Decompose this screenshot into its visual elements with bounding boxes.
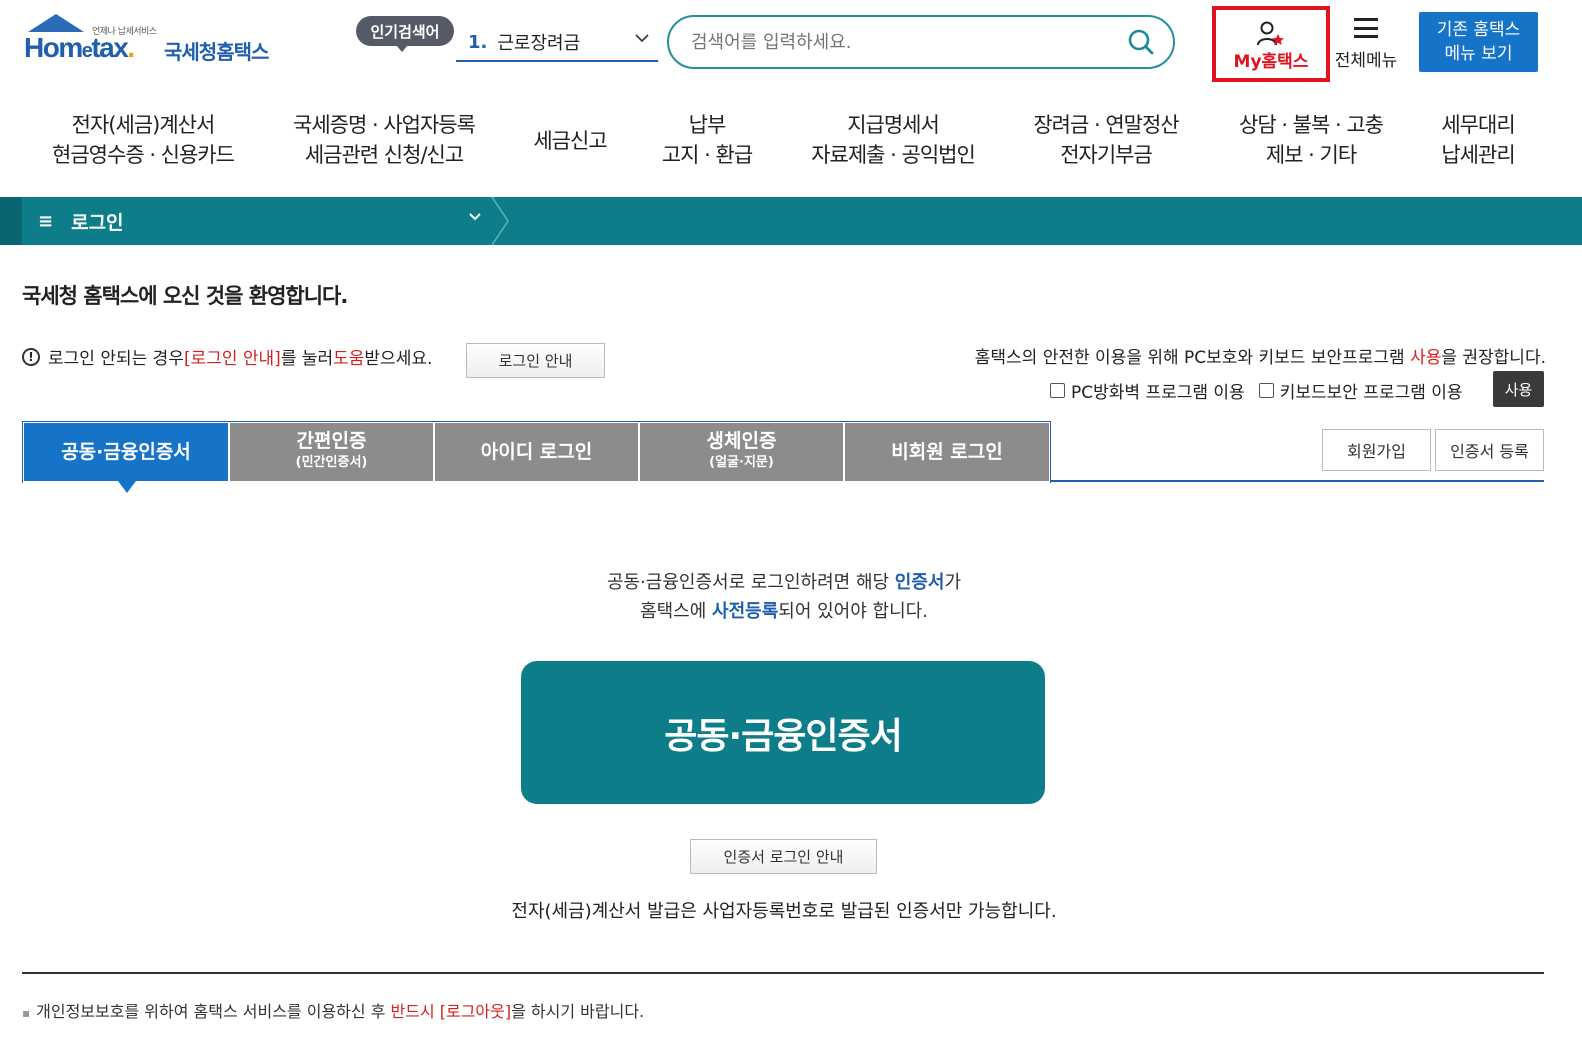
old-menu-button[interactable]: 기존 홈택스 메뉴 보기 xyxy=(1419,12,1538,72)
cert-login-guide-button[interactable]: 인증서 로그인 안내 xyxy=(690,839,877,874)
cert-register-button[interactable]: 인증서 등록 xyxy=(1435,429,1544,471)
chevron-down-icon xyxy=(634,30,650,51)
old-menu-line2: 메뉴 보기 xyxy=(1444,44,1513,64)
divider xyxy=(22,972,1544,974)
all-menu-button[interactable]: 전체메뉴 xyxy=(1330,14,1402,74)
tab-id-login[interactable]: 아이디 로그인 xyxy=(435,423,638,481)
logo-brand: Hometax. xyxy=(24,32,135,63)
chevron-down-icon xyxy=(468,209,482,228)
firewall-checkbox[interactable] xyxy=(1050,383,1065,398)
nav-item-tax-invoice[interactable]: 전자(세금)계산서 현금영수증 · 신용카드 xyxy=(48,110,238,170)
breadcrumb-label: 로그인 xyxy=(71,211,124,234)
login-guide-button[interactable]: 로그인 안내 xyxy=(466,343,605,378)
menu-icon: ≡ xyxy=(38,210,54,232)
tab-non-member[interactable]: 비회원 로그인 xyxy=(845,423,1049,481)
logo-name: 국세청홈택스 xyxy=(164,40,269,64)
my-hometax-button[interactable]: My홈택스 xyxy=(1212,6,1330,82)
popular-search-badge: 인기검색어 xyxy=(356,16,454,52)
header: 언제나 납세서비스 Hometax. 국세청홈택스 인기검색어 1. 근로장려금… xyxy=(0,0,1582,96)
popular-rank: 1. xyxy=(468,31,488,53)
nav-item-certificate[interactable]: 국세증명 · 사업자등록 세금관련 신청/신고 xyxy=(288,110,480,170)
keyboard-security-label: 키보드보안 프로그램 이용 xyxy=(1279,383,1463,403)
tab-joint-certificate[interactable]: 공동·금융인증서 xyxy=(24,423,228,481)
popular-keyword: 근로장려금 xyxy=(497,33,581,54)
hamburger-icon xyxy=(1354,18,1378,38)
old-menu-line1: 기존 홈택스 xyxy=(1436,20,1521,40)
user-star-icon xyxy=(1256,20,1286,48)
nav-item-tax-filing[interactable]: 세금신고 xyxy=(520,126,620,156)
tab-simple-auth[interactable]: 간편인증 (민간인증서) xyxy=(230,423,433,481)
nav-item-tax-agent[interactable]: 세무대리 납세관리 xyxy=(1426,110,1530,170)
tab-underline xyxy=(1051,480,1544,482)
breadcrumb-current[interactable]: ≡ 로그인 xyxy=(22,197,492,245)
joint-certificate-login-button[interactable]: 공동·금융인증서 xyxy=(521,661,1045,804)
nav-item-payment[interactable]: 납부 고지 · 환급 xyxy=(650,110,764,170)
all-menu-label: 전체메뉴 xyxy=(1334,51,1398,71)
search-input[interactable] xyxy=(691,31,1111,53)
use-security-button[interactable]: 사용 xyxy=(1493,371,1544,407)
active-tab-pointer-icon xyxy=(118,481,136,493)
search-icon[interactable] xyxy=(1127,28,1155,56)
tab-biometric[interactable]: 생체인증 (얼굴·지문) xyxy=(640,423,843,481)
security-options: PC방화벽 프로그램 이용 키보드보안 프로그램 이용 xyxy=(1050,378,1463,403)
privacy-note: ▪ 개인정보보호를 위하여 홈택스 서비스를 이용하신 후 반드시 [로그아웃]을… xyxy=(22,1002,645,1021)
join-button[interactable]: 회원가입 xyxy=(1322,429,1431,471)
logo-roof-icon xyxy=(28,14,84,32)
info-icon: ! xyxy=(22,347,40,366)
tax-invoice-note: 전자(세금)계산서 발급은 사업자등록번호로 발급된 인증서만 가능합니다. xyxy=(511,901,1057,922)
login-guide-link[interactable]: [로그인 안내] xyxy=(184,344,281,369)
search-box xyxy=(667,15,1175,69)
breadcrumb-home[interactable] xyxy=(0,197,22,245)
nav-item-incentive[interactable]: 장려금 · 연말정산 전자기부금 xyxy=(1022,110,1190,170)
nav-item-consult[interactable]: 상담 · 불복 · 고충 제보 · 기타 xyxy=(1228,110,1394,170)
security-note: 홈택스의 안전한 이용을 위해 PC보호와 키보드 보안프로그램 사용을 권장합… xyxy=(974,348,1546,368)
breadcrumb-separator-icon xyxy=(491,197,509,245)
main-nav: 전자(세금)계산서 현금영수증 · 신용카드 국세증명 · 사업자등록 세금관련 신… xyxy=(0,96,1582,196)
keyboard-security-checkbox[interactable] xyxy=(1258,383,1274,398)
page-title: 국세청 홈택스에 오신 것을 환영합니다. xyxy=(22,284,348,308)
cert-description: 공동·금융인증서로 로그인하려면 해당 인증서가 홈택스에 사전등록되어 있어야… xyxy=(606,572,962,622)
popular-search-select[interactable]: 1. 근로장려금 xyxy=(456,24,658,62)
firewall-label: PC방화벽 프로그램 이용 xyxy=(1071,383,1245,403)
nav-item-payment-statement[interactable]: 지급명세서 자료제출 · 공익법인 xyxy=(804,110,982,170)
breadcrumb: ≡ 로그인 xyxy=(0,197,1582,245)
my-hometax-label: My홈택스 xyxy=(1233,52,1309,72)
login-help-text: ! 로그인 안되는 경우 [로그인 안내] 를 눌러 도움 받으세요. xyxy=(22,344,432,369)
hometax-logo[interactable]: 언제나 납세서비스 Hometax. 국세청홈택스 xyxy=(24,12,284,74)
